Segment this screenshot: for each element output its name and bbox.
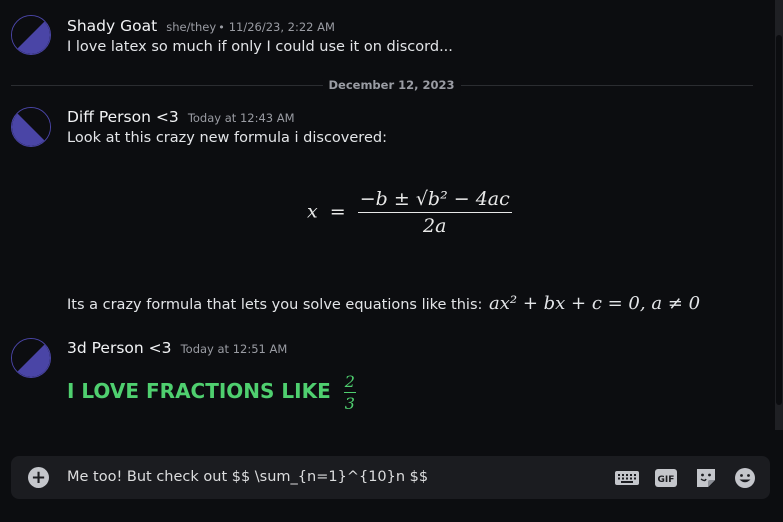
message-composer[interactable]: + Me too! But check out $$ \sum_{n=1}^{1… bbox=[11, 456, 770, 499]
keyboard-icon[interactable] bbox=[614, 467, 640, 489]
timestamp: 11/26/23, 2:22 AM bbox=[228, 20, 335, 34]
quadratic-formula: x = −b ± √b² − 4ac 2a bbox=[307, 188, 512, 237]
sticker-icon[interactable] bbox=[693, 467, 719, 489]
followup-text: Its a crazy formula that lets you solve … bbox=[67, 297, 483, 313]
avatar[interactable] bbox=[11, 338, 51, 378]
plus-icon[interactable]: + bbox=[28, 467, 49, 488]
scrollbar-thumb[interactable] bbox=[776, 35, 782, 405]
fraction-numerator: 2 bbox=[343, 372, 356, 393]
separator-dot: • bbox=[218, 21, 225, 34]
fraction-denominator: 3 bbox=[344, 394, 355, 413]
message-header: Diff Person <3 Today at 12:43 AM bbox=[67, 107, 295, 126]
message-input[interactable]: Me too! But check out $$ \sum_{n=1}^{10}… bbox=[67, 469, 428, 485]
username[interactable]: Diff Person <3 bbox=[67, 108, 179, 126]
fraction: 2 3 bbox=[343, 372, 356, 413]
formula-denominator: 2a bbox=[423, 215, 447, 237]
avatar[interactable] bbox=[11, 107, 51, 147]
message-text: Look at this crazy new formula i discove… bbox=[67, 130, 387, 146]
heading-text: I LOVE FRACTIONS LIKE bbox=[67, 379, 331, 403]
username[interactable]: Shady Goat bbox=[67, 17, 157, 35]
equals-sign: = bbox=[329, 200, 346, 223]
message-header: Shady Goat she/they • 11/26/23, 2:22 AM bbox=[67, 16, 335, 35]
date-divider-label: December 12, 2023 bbox=[322, 78, 461, 92]
timestamp: Today at 12:51 AM bbox=[180, 342, 288, 356]
svg-text:GIF: GIF bbox=[658, 475, 675, 485]
message-text: I love latex so much if only I could use… bbox=[67, 39, 453, 55]
formula-fraction: −b ± √b² − 4ac 2a bbox=[357, 188, 512, 237]
gif-icon[interactable]: GIF bbox=[653, 467, 679, 489]
timestamp: Today at 12:43 AM bbox=[187, 111, 295, 125]
username[interactable]: 3d Person <3 bbox=[67, 339, 172, 357]
pronouns: she/they bbox=[166, 20, 217, 34]
message-text: I LOVE FRACTIONS LIKE 2 3 bbox=[67, 372, 356, 413]
formula-numerator: −b ± √b² − 4ac bbox=[357, 188, 512, 213]
message-followup: Its a crazy formula that lets you solve … bbox=[67, 293, 700, 314]
followup-math: ax² + bx + c = 0, a ≠ 0 bbox=[489, 293, 701, 314]
formula-lhs: x bbox=[307, 200, 318, 223]
emoji-icon[interactable] bbox=[732, 467, 758, 489]
avatar[interactable] bbox=[11, 15, 51, 55]
message-header: 3d Person <3 Today at 12:51 AM bbox=[67, 338, 287, 357]
